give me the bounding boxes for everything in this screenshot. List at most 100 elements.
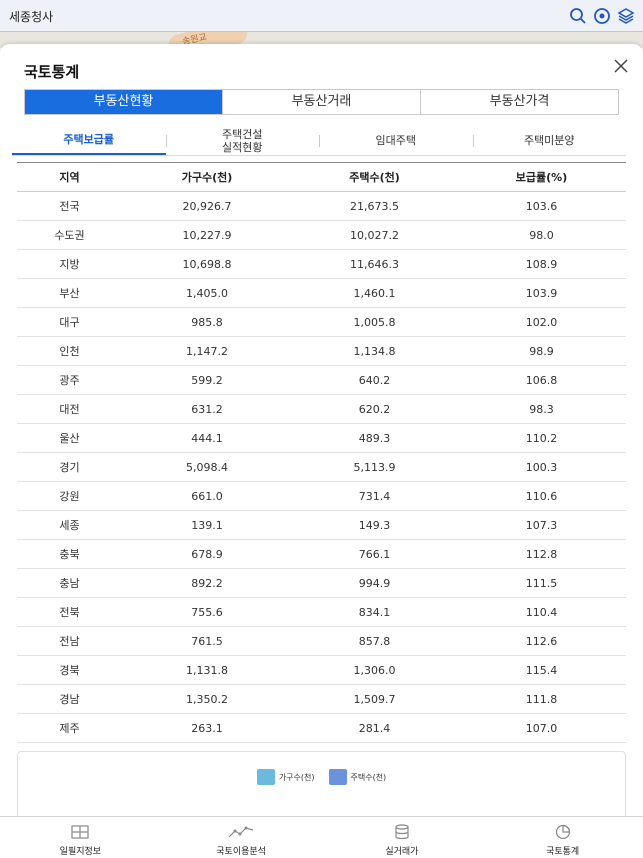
database-icon [395, 824, 409, 840]
table-row: 부산 1,405.0 1,460.1 103.9 [17, 278, 626, 308]
category-segment: 부동산현황 부동산거래 부동산가격 [24, 89, 619, 115]
cell-supply-rate: 111.5 [457, 568, 626, 598]
table-row: 대구 985.8 1,005.8 102.0 [17, 307, 626, 337]
cell-supply-rate: 112.8 [457, 539, 626, 569]
nav-label: 국토이용분석 [216, 847, 266, 857]
legend-item-households[interactable]: 가구수(천) [256, 769, 315, 785]
cell-households: 10,227.9 [122, 220, 292, 250]
cell-houses: 1,134.8 [292, 336, 457, 366]
table-row: 경남 1,350.2 1,509.7 111.8 [17, 684, 626, 714]
cell-supply-rate: 103.9 [457, 278, 626, 308]
cell-supply-rate: 108.9 [457, 249, 626, 279]
cell-region: 수도권 [17, 220, 122, 250]
supply-chart: 가구수(천) 주택수(천) [17, 751, 626, 818]
cell-supply-rate: 102.0 [457, 307, 626, 337]
tab-housing-construction-label: 주택건설 실적현황 [222, 127, 263, 154]
cell-houses: 1,509.7 [292, 684, 457, 714]
cell-houses: 620.2 [292, 394, 457, 424]
cell-supply-rate: 110.4 [457, 597, 626, 627]
cell-households: 1,147.2 [122, 336, 292, 366]
nav-land-use-analysis[interactable]: 국토이용분석 [161, 817, 322, 858]
cell-houses: 21,673.5 [292, 191, 457, 221]
segment-real-estate-status[interactable]: 부동산현황 [25, 90, 222, 114]
cell-supply-rate: 106.8 [457, 365, 626, 395]
cell-region: 울산 [17, 423, 122, 453]
nav-label: 일필지정보 [59, 847, 102, 857]
cell-region: 전북 [17, 597, 122, 627]
table-row: 전남 761.5 857.8 112.6 [17, 626, 626, 656]
tab-rental-housing[interactable]: 임대주택 [319, 126, 473, 155]
cell-households: 678.9 [122, 539, 292, 569]
pie-chart-icon [555, 824, 570, 840]
table-row: 경북 1,131.8 1,306.0 115.4 [17, 655, 626, 685]
cell-households: 1,350.2 [122, 684, 292, 714]
layers-icon[interactable] [617, 7, 635, 25]
cell-supply-rate: 110.2 [457, 423, 626, 453]
table-row: 대전 631.2 620.2 98.3 [17, 394, 626, 424]
cell-households: 892.2 [122, 568, 292, 598]
statistics-panel: 국토통계 부동산현황 부동산거래 부동산가격 주택보급률 주택건설 실적현황 임… [0, 44, 643, 818]
cell-houses: 5,113.9 [292, 452, 457, 482]
cell-households: 631.2 [122, 394, 292, 424]
cell-households: 139.1 [122, 510, 292, 540]
table-header-row: 지역 가구수(천) 주택수(천) 보급률(%) [17, 162, 626, 192]
cell-region: 대구 [17, 307, 122, 337]
cell-region: 충남 [17, 568, 122, 598]
cell-houses: 994.9 [292, 568, 457, 598]
location-title: 세종청사 [9, 10, 54, 24]
cell-houses: 1,460.1 [292, 278, 457, 308]
cell-supply-rate: 98.0 [457, 220, 626, 250]
cell-region: 인천 [17, 336, 122, 366]
cell-households: 1,405.0 [122, 278, 292, 308]
cell-supply-rate: 111.8 [457, 684, 626, 714]
cell-houses: 731.4 [292, 481, 457, 511]
tab-housing-supply-rate[interactable]: 주택보급률 [12, 126, 166, 155]
segment-real-estate-prices[interactable]: 부동산가격 [420, 90, 618, 114]
cell-supply-rate: 107.0 [457, 713, 626, 743]
chart-legend: 가구수(천) 주택수(천) [18, 769, 625, 785]
cell-houses: 1,306.0 [292, 655, 457, 685]
cell-houses: 149.3 [292, 510, 457, 540]
table-row: 제주 263.1 281.4 107.0 [17, 713, 626, 743]
map-grid-icon [71, 825, 89, 839]
column-header-region: 지역 [17, 162, 122, 192]
table-row: 전북 755.6 834.1 110.4 [17, 597, 626, 627]
close-icon[interactable] [611, 56, 631, 76]
bottom-navigation: 일필지정보 국토이용분석 실거래가 국토통계 [0, 816, 643, 858]
table-row: 전국 20,926.7 21,673.5 103.6 [17, 191, 626, 221]
table-row: 강원 661.0 731.4 110.6 [17, 481, 626, 511]
tab-unsold-housing[interactable]: 주택미분양 [472, 126, 627, 155]
nav-actual-transaction-price[interactable]: 실거래가 [322, 817, 483, 858]
cell-houses: 489.3 [292, 423, 457, 453]
cell-region: 광주 [17, 365, 122, 395]
cell-households: 263.1 [122, 713, 292, 743]
cell-households: 985.8 [122, 307, 292, 337]
cell-houses: 766.1 [292, 539, 457, 569]
cell-houses: 11,646.3 [292, 249, 457, 279]
sub-tabs: 주택보급률 주택건설 실적현황 임대주택 주택미분양 [12, 126, 626, 156]
legend-item-houses[interactable]: 주택수(천) [328, 769, 386, 785]
table-row: 충북 678.9 766.1 112.8 [17, 539, 626, 569]
cell-supply-rate: 112.6 [457, 626, 626, 656]
location-icon[interactable] [593, 7, 611, 25]
table-row: 지방 10,698.8 11,646.3 108.9 [17, 249, 626, 279]
nav-parcel-info[interactable]: 일필지정보 [0, 817, 161, 858]
search-icon[interactable] [569, 7, 587, 25]
cell-households: 599.2 [122, 365, 292, 395]
cell-households: 5,098.4 [122, 452, 292, 482]
cell-households: 661.0 [122, 481, 292, 511]
cell-region: 세종 [17, 510, 122, 540]
nav-land-statistics[interactable]: 국토통계 [482, 817, 643, 858]
table-row: 수도권 10,227.9 10,027.2 98.0 [17, 220, 626, 250]
cell-households: 444.1 [122, 423, 292, 453]
cell-houses: 10,027.2 [292, 220, 457, 250]
segment-real-estate-transactions[interactable]: 부동산거래 [222, 90, 420, 114]
column-header-houses: 주택수(천) [292, 162, 457, 192]
nav-label: 실거래가 [385, 847, 419, 857]
tab-housing-construction[interactable]: 주택건설 실적현황 [165, 126, 320, 155]
top-bar: 세종청사 [0, 0, 643, 32]
cell-region: 제주 [17, 713, 122, 743]
line-graph-icon [228, 826, 254, 838]
cell-households: 755.6 [122, 597, 292, 627]
table-row: 광주 599.2 640.2 106.8 [17, 365, 626, 395]
